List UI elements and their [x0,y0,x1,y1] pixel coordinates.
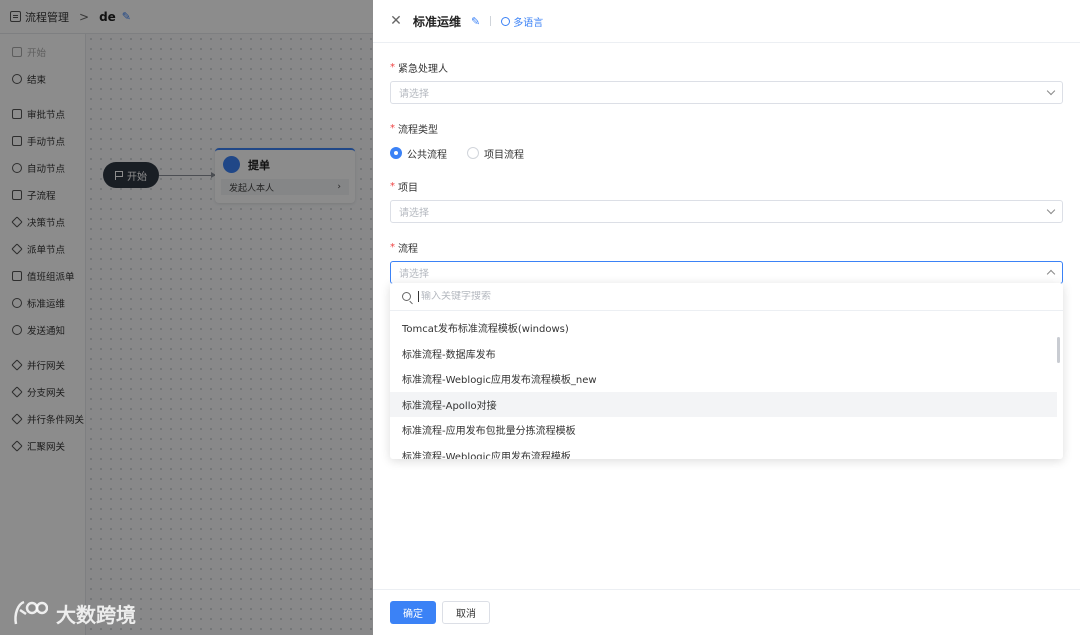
gear-icon [501,16,511,26]
dropdown-option-hovered[interactable]: 标准流程-Apollo对接 [390,391,1057,417]
search-icon [402,292,411,301]
cancel-button[interactable]: 取消 [442,601,490,624]
chevron-up-icon [1046,269,1056,279]
radio-unchecked-icon [467,147,479,159]
header-divider [490,16,492,26]
label-text: 流程 [398,244,418,255]
dropdown-search-input[interactable] [418,291,918,302]
project-select[interactable]: 请选择 [390,200,1063,223]
label-text: 紧急处理人 [398,64,448,75]
multi-language-label: 多语言 [513,17,544,29]
urgent-handler-label: * 紧急处理人 [390,60,1063,75]
flow-label: * 流程 [390,240,1063,255]
select-placeholder: 请选择 [399,269,429,280]
dropdown-search [390,283,1063,311]
flow-dropdown: Tomcat发布标准流程模板(windows) 标准流程-数据库发布 标准流程-… [390,283,1063,459]
drawer-footer: 确定 取消 [373,589,1080,635]
drawer-title: 标准运维 [413,14,462,29]
required-mark: * [390,123,395,134]
urgent-handler-select[interactable]: 请选择 [390,81,1063,104]
radio-label: 项目流程 [484,149,524,161]
dropdown-option[interactable]: 标准流程-Weblogic应用发布流程模板 [390,443,1057,459]
form: * 紧急处理人 请选择 * 流程类型 公共流程 项目流程 * 项目 请选择 * 流程 请… [373,60,1080,284]
dropdown-scrollbar[interactable] [1057,337,1060,363]
dropdown-option[interactable]: Tomcat发布标准流程模板(windows) [390,315,1057,341]
radio-public-flow[interactable]: 公共流程 [390,146,447,161]
dropdown-option[interactable]: 标准流程-Weblogic应用发布流程模板_new [390,366,1057,392]
required-mark: * [390,62,395,73]
select-placeholder: 请选择 [399,89,429,100]
chevron-down-icon [1046,205,1056,215]
select-placeholder: 请选择 [399,208,429,219]
radio-checked-icon [390,147,402,159]
watermark-text: 大数跨境 [56,602,136,627]
close-icon[interactable]: ✕ [389,13,403,29]
radio-project-flow[interactable]: 项目流程 [467,146,524,161]
drawer-header: ✕ 标准运维 ✎ 多语言 [373,0,1080,43]
watermark: 大数跨境 [12,598,136,628]
label-text: 项目 [398,183,418,194]
flow-type-label: * 流程类型 [390,121,1063,136]
multi-language-link[interactable]: 多语言 [501,14,543,29]
chevron-down-icon [1046,86,1056,96]
radio-label: 公共流程 [407,149,447,161]
label-text: 流程类型 [398,125,438,136]
watermark-logo-icon [12,598,49,628]
config-drawer: ✕ 标准运维 ✎ 多语言 * 紧急处理人 请选择 * 流程类型 公共流程 项目流程 … [373,0,1080,635]
flow-select[interactable]: 请选择 [390,261,1063,284]
dropdown-options: Tomcat发布标准流程模板(windows) 标准流程-数据库发布 标准流程-… [390,311,1063,459]
edit-title-icon[interactable]: ✎ [471,15,480,28]
project-label: * 项目 [390,179,1063,194]
required-mark: * [390,242,395,253]
flow-type-radio-group: 公共流程 项目流程 [390,144,1063,162]
dropdown-option[interactable]: 标准流程-数据库发布 [390,341,1057,367]
confirm-button[interactable]: 确定 [390,601,436,624]
dropdown-option[interactable]: 标准流程-应用发布包批量分拣流程模板 [390,417,1057,443]
required-mark: * [390,181,395,192]
